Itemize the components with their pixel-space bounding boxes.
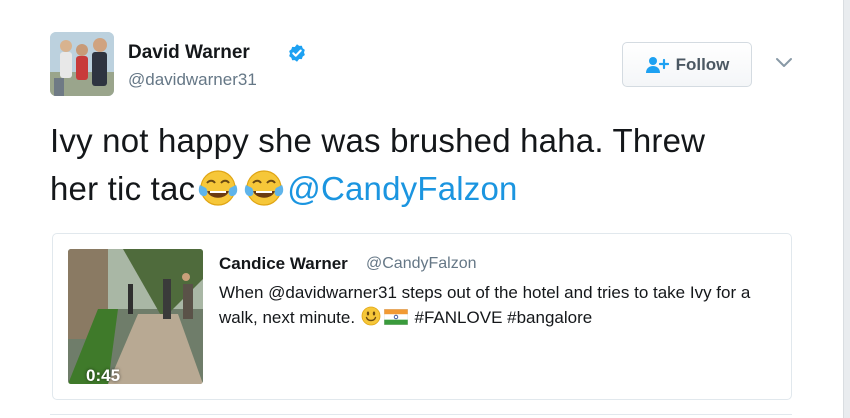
quoted-author-handle[interactable]: @CandyFalzon bbox=[366, 255, 477, 273]
follow-button[interactable]: Follow bbox=[622, 42, 752, 87]
mention-link[interactable]: @CandyFalzon bbox=[287, 170, 517, 207]
tears-of-joy-emoji-icon bbox=[199, 170, 238, 206]
tweet-text-line1: Ivy not happy she was brushed haha. Thre… bbox=[50, 122, 706, 159]
add-person-icon bbox=[645, 56, 669, 73]
video-thumbnail[interactable]: 0:45 bbox=[68, 249, 203, 384]
avatar[interactable] bbox=[50, 32, 114, 96]
chevron-down-icon[interactable] bbox=[775, 57, 793, 69]
quoted-tweet-text: When @davidwarner31 steps out of the hot… bbox=[219, 280, 779, 330]
india-flag-emoji-icon bbox=[383, 309, 408, 325]
scrollbar-edge bbox=[843, 0, 850, 418]
divider bbox=[50, 414, 792, 415]
quoted-hashtags[interactable]: #FANLOVE #bangalore bbox=[415, 308, 593, 327]
smiling-face-emoji-icon bbox=[361, 306, 381, 326]
tweet-text: Ivy not happy she was brushed haha. Thre… bbox=[50, 117, 790, 213]
follow-label: Follow bbox=[675, 54, 730, 74]
quoted-tweet[interactable]: 0:45 Candice Warner @CandyFalzon When @d… bbox=[52, 233, 792, 400]
tears-of-joy-emoji-icon bbox=[245, 170, 284, 206]
quoted-author-name[interactable]: Candice Warner bbox=[219, 254, 348, 274]
verified-badge-icon bbox=[289, 44, 305, 62]
author-name[interactable]: David Warner bbox=[128, 42, 250, 64]
author-handle[interactable]: @davidwarner31 bbox=[128, 70, 257, 90]
video-duration: 0:45 bbox=[86, 366, 121, 384]
tweet-text-line2: her tic tac bbox=[50, 170, 196, 207]
